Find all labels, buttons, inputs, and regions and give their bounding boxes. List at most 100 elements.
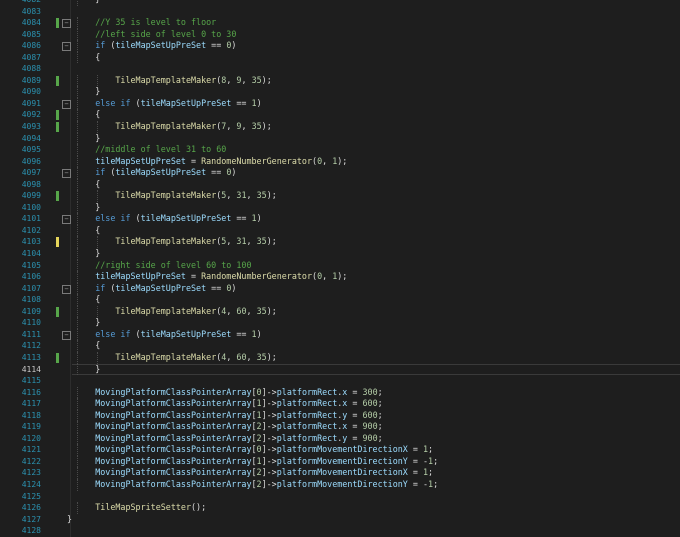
- code-text[interactable]: TileMapTemplateMaker(5, 31, 35);: [115, 190, 276, 202]
- code-text[interactable]: {: [95, 225, 100, 237]
- code-line[interactable]: 4117 MovingPlatformClassPointerArray[1]->…: [0, 398, 680, 410]
- code-line[interactable]: 4086 − if (tileMapSetUpPreSet == 0): [0, 40, 680, 52]
- code-line[interactable]: 4123 MovingPlatformClassPointerArray[2]->…: [0, 467, 680, 479]
- code-line[interactable]: 4088: [0, 63, 680, 75]
- code-line[interactable]: 4124 MovingPlatformClassPointerArray[2]->…: [0, 478, 680, 491]
- code-line[interactable]: 4107 − if (tileMapSetUpPreSet == 0): [0, 282, 680, 295]
- code-line[interactable]: 4108 {: [0, 294, 680, 306]
- code-text[interactable]: MovingPlatformClassPointerArray[0]->plat…: [95, 387, 382, 399]
- code-line[interactable]: 4093 TileMapTemplateMaker(7, 9, 35);: [0, 121, 680, 133]
- code-text[interactable]: //right side of level 60 to 100: [95, 260, 251, 272]
- collapse-icon[interactable]: −: [62, 215, 71, 225]
- collapse-icon[interactable]: −: [62, 169, 71, 179]
- code-text[interactable]: }: [67, 514, 72, 526]
- code-line[interactable]: 4085 //left side of level 0 to 30: [0, 28, 680, 41]
- code-line[interactable]: 4106 tileMapSetUpPreSet = RandomeNumberGe…: [0, 271, 680, 283]
- code-text[interactable]: {: [95, 179, 100, 191]
- code-text[interactable]: MovingPlatformClassPointerArray[2]->plat…: [95, 421, 382, 433]
- code-text[interactable]: }: [95, 86, 100, 98]
- code-line[interactable]: 4110}: [0, 317, 680, 329]
- code-text[interactable]: {: [95, 109, 100, 121]
- collapse-icon[interactable]: −: [62, 42, 71, 52]
- code-line[interactable]: 4114}: [0, 363, 680, 376]
- code-text[interactable]: }: [95, 317, 100, 329]
- code-token: ]->: [261, 432, 277, 443]
- code-text[interactable]: TileMapTemplateMaker(7, 9, 35);: [115, 121, 271, 133]
- code-line[interactable]: 4091 − else if (tileMapSetUpPreSet == 1): [0, 97, 680, 110]
- code-text[interactable]: tileMapSetUpPreSet = RandomeNumberGenera…: [95, 156, 347, 168]
- code-line[interactable]: 4122 MovingPlatformClassPointerArray[1]->…: [0, 455, 680, 468]
- code-text[interactable]: if (tileMapSetUpPreSet == 0): [95, 167, 236, 179]
- code-line[interactable]: 4109 TileMapTemplateMaker(4, 60, 35);: [0, 305, 680, 318]
- code-text[interactable]: MovingPlatformClassPointerArray[1]->plat…: [95, 456, 438, 468]
- code-token: tileMapSetUpPreSet: [140, 328, 232, 339]
- code-line[interactable]: 4100}: [0, 201, 680, 214]
- code-line[interactable]: 4095 //middle of level 31 to 60: [0, 144, 680, 156]
- code-line[interactable]: 4118 MovingPlatformClassPointerArray[1]->…: [0, 409, 680, 422]
- code-line[interactable]: 4092 {: [0, 109, 680, 122]
- code-text[interactable]: TileMapTemplateMaker(4, 60, 35);: [115, 306, 276, 318]
- collapse-icon[interactable]: −: [62, 19, 71, 29]
- code-line[interactable]: 4083: [0, 6, 680, 18]
- code-line[interactable]: 4119 MovingPlatformClassPointerArray[2]->…: [0, 421, 680, 433]
- code-text[interactable]: }: [95, 364, 100, 376]
- code-token: );: [337, 155, 348, 166]
- code-line[interactable]: 4127}: [0, 514, 680, 526]
- code-text[interactable]: //Y 35 is level to floor: [95, 17, 216, 29]
- code-text[interactable]: else if (tileMapSetUpPreSet == 1): [95, 98, 261, 110]
- code-line[interactable]: 4105 //right side of level 60 to 100: [0, 259, 680, 272]
- code-line[interactable]: 4101 − else if (tileMapSetUpPreSet == 1): [0, 213, 680, 225]
- code-text[interactable]: MovingPlatformClassPointerArray[1]->plat…: [95, 398, 382, 410]
- code-line[interactable]: 4089 TileMapTemplateMaker(8, 9, 35);: [0, 74, 680, 87]
- code-line[interactable]: 4087 {: [0, 51, 680, 64]
- code-text[interactable]: //middle of level 31 to 60: [95, 144, 226, 156]
- code-text[interactable]: }: [95, 202, 100, 214]
- code-text[interactable]: {: [95, 52, 100, 64]
- code-text[interactable]: MovingPlatformClassPointerArray[2]->plat…: [95, 467, 433, 479]
- code-line[interactable]: 4126 TileMapSpriteSetter();: [0, 502, 680, 514]
- code-line[interactable]: 4104}: [0, 248, 680, 260]
- code-text[interactable]: TileMapSpriteSetter();: [95, 502, 206, 514]
- code-line[interactable]: 4112 {: [0, 340, 680, 352]
- code-line[interactable]: 4097 − if (tileMapSetUpPreSet == 0): [0, 167, 680, 179]
- code-text[interactable]: else if (tileMapSetUpPreSet == 1): [95, 329, 261, 341]
- code-text[interactable]: //left side of level 0 to 30: [95, 29, 236, 41]
- code-text[interactable]: }: [95, 248, 100, 260]
- code-line[interactable]: 4098 {: [0, 178, 680, 191]
- code-text[interactable]: else if (tileMapSetUpPreSet == 1): [95, 213, 261, 225]
- code-text[interactable]: tileMapSetUpPreSet = RandomeNumberGenera…: [95, 271, 347, 283]
- code-token: ,: [241, 74, 252, 85]
- code-line[interactable]: 4103 TileMapTemplateMaker(5, 31, 35);: [0, 236, 680, 249]
- code-line[interactable]: 4099 TileMapTemplateMaker(5, 31, 35);: [0, 190, 680, 202]
- code-text[interactable]: }: [95, 133, 100, 145]
- collapse-icon[interactable]: −: [62, 330, 71, 340]
- code-line[interactable]: 4090}: [0, 86, 680, 98]
- code-line[interactable]: 4116 MovingPlatformClassPointerArray[0]->…: [0, 386, 680, 399]
- code-text[interactable]: TileMapTemplateMaker(8, 9, 35);: [115, 75, 271, 87]
- code-token: ==: [206, 167, 227, 178]
- code-line[interactable]: 4125: [0, 491, 680, 503]
- code-text[interactable]: MovingPlatformClassPointerArray[0]->plat…: [95, 444, 433, 456]
- code-text[interactable]: {: [95, 294, 100, 306]
- code-text[interactable]: TileMapTemplateMaker(5, 31, 35);: [115, 236, 276, 248]
- code-line[interactable]: 4128: [0, 525, 680, 537]
- code-text[interactable]: if (tileMapSetUpPreSet == 0): [95, 283, 236, 295]
- code-line[interactable]: 4084 − //Y 35 is level to floor: [0, 17, 680, 29]
- code-line[interactable]: 4115: [0, 375, 680, 387]
- code-text[interactable]: MovingPlatformClassPointerArray[2]->plat…: [95, 479, 438, 491]
- collapse-icon[interactable]: −: [62, 99, 71, 109]
- collapse-icon[interactable]: −: [62, 284, 71, 294]
- code-line[interactable]: 4102 {: [0, 224, 680, 237]
- code-line[interactable]: 4094}: [0, 132, 680, 145]
- code-text[interactable]: if (tileMapSetUpPreSet == 0): [95, 40, 236, 52]
- code-line[interactable]: 4096 tileMapSetUpPreSet = RandomeNumberGe…: [0, 155, 680, 168]
- code-line[interactable]: 4113 TileMapTemplateMaker(4, 60, 35);: [0, 351, 680, 364]
- code-line[interactable]: 4120 MovingPlatformClassPointerArray[2]->…: [0, 432, 680, 445]
- code-text[interactable]: MovingPlatformClassPointerArray[1]->plat…: [95, 410, 382, 422]
- code-editor[interactable]: 4082}40834084−//Y 35 is level to floor40…: [0, 0, 680, 537]
- code-text[interactable]: MovingPlatformClassPointerArray[2]->plat…: [95, 433, 382, 445]
- code-text[interactable]: TileMapTemplateMaker(4, 60, 35);: [115, 352, 276, 364]
- code-line[interactable]: 4121 MovingPlatformClassPointerArray[0]->…: [0, 444, 680, 456]
- code-text[interactable]: {: [95, 340, 100, 352]
- code-line[interactable]: 4111 − else if (tileMapSetUpPreSet == 1): [0, 328, 680, 341]
